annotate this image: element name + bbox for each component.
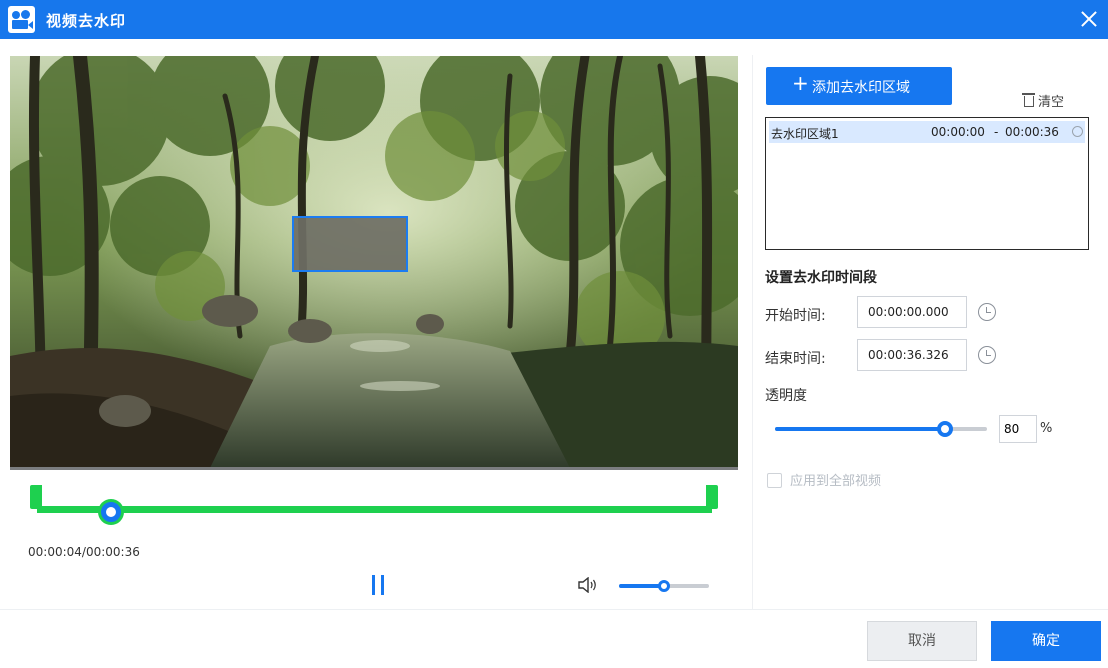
volume-slider[interactable] bbox=[619, 580, 709, 592]
speaker-icon[interactable] bbox=[577, 577, 599, 593]
timeline-range-bar[interactable] bbox=[37, 506, 712, 513]
end-time-input[interactable] bbox=[857, 339, 967, 371]
region-time-separator: - bbox=[994, 125, 999, 139]
trash-icon bbox=[1022, 93, 1035, 107]
apply-all-checkbox[interactable] bbox=[767, 473, 782, 488]
camera-icon bbox=[8, 6, 35, 33]
opacity-label: 透明度 bbox=[765, 388, 807, 404]
region-list-item[interactable]: 去水印区域1 00:00:00 - 00:00:36 bbox=[769, 121, 1085, 143]
reset-start-time-icon[interactable] bbox=[978, 303, 996, 321]
add-region-label: 添加去水印区域 bbox=[812, 80, 910, 96]
region-list[interactable]: 去水印区域1 00:00:00 - 00:00:36 bbox=[765, 117, 1089, 250]
volume-knob[interactable] bbox=[658, 580, 670, 592]
reset-end-time-icon[interactable] bbox=[978, 346, 996, 364]
clear-label: 清空 bbox=[1038, 95, 1065, 110]
cancel-button[interactable]: 取消 bbox=[867, 621, 977, 661]
ok-button[interactable]: 确定 bbox=[991, 621, 1101, 661]
start-time-input[interactable] bbox=[857, 296, 967, 328]
close-icon[interactable] bbox=[1076, 6, 1102, 32]
region-name: 去水印区域1 bbox=[771, 127, 839, 141]
opacity-unit: % bbox=[1040, 421, 1053, 436]
region-end-time: 00:00:36 bbox=[1005, 125, 1059, 139]
playhead-handle[interactable] bbox=[98, 499, 125, 525]
watermark-region-box[interactable] bbox=[292, 216, 408, 272]
opacity-input[interactable] bbox=[999, 415, 1037, 443]
window-title: 视频去水印 bbox=[46, 12, 127, 30]
time-range-title: 设置去水印时间段 bbox=[765, 270, 877, 286]
add-watermark-region-button[interactable]: + 添加去水印区域 bbox=[766, 67, 952, 105]
apply-to-all-videos[interactable]: 应用到全部视频 bbox=[767, 470, 881, 489]
opacity-knob[interactable] bbox=[936, 421, 953, 437]
apply-all-label: 应用到全部视频 bbox=[790, 474, 882, 489]
player-panel: 00:00:04/00:00:36 bbox=[0, 39, 748, 609]
opacity-fill bbox=[775, 427, 945, 431]
title-bar: 视频去水印 bbox=[0, 0, 1108, 39]
delete-region-icon[interactable] bbox=[1072, 126, 1083, 137]
pause-icon[interactable] bbox=[370, 575, 388, 595]
clear-button[interactable]: 清空 bbox=[1022, 91, 1065, 110]
video-border bbox=[10, 467, 738, 470]
end-time-label: 结束时间: bbox=[765, 351, 826, 367]
timecode-display: 00:00:04/00:00:36 bbox=[28, 545, 140, 559]
region-start-time: 00:00:00 bbox=[931, 125, 985, 139]
start-time-label: 开始时间: bbox=[765, 308, 826, 324]
plus-icon: + bbox=[792, 71, 809, 95]
opacity-slider[interactable] bbox=[775, 421, 987, 437]
settings-panel: + 添加去水印区域 清空 去水印区域1 00:00:00 - 00:00:36 … bbox=[752, 55, 1102, 611]
